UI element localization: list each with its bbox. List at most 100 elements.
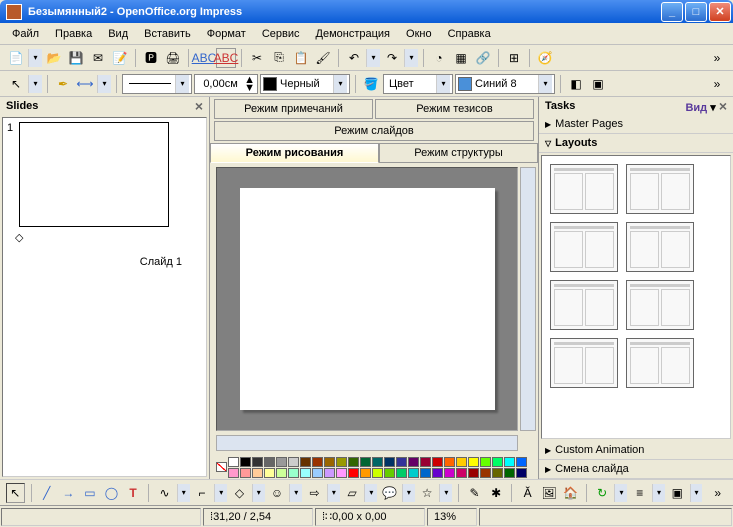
menu-вставить[interactable]: Вставить — [136, 25, 199, 43]
color-swatch[interactable] — [456, 468, 467, 478]
table-icon[interactable]: ▦ — [451, 48, 471, 68]
gallery-icon[interactable]: 🏠 — [561, 483, 580, 503]
navigator-icon[interactable]: 🧭 — [535, 48, 555, 68]
menu-справка[interactable]: Справка — [440, 25, 499, 43]
flowchart-tool-icon[interactable]: ▱ — [343, 483, 362, 503]
color-swatch[interactable] — [480, 457, 491, 467]
color-swatch[interactable] — [480, 468, 491, 478]
color-swatch[interactable] — [396, 468, 407, 478]
line-color-select[interactable]: Черный ▾ — [260, 74, 350, 94]
color-swatch[interactable] — [252, 468, 263, 478]
redo-icon[interactable]: ↷ — [382, 48, 402, 68]
color-swatch[interactable] — [504, 468, 515, 478]
edit-icon[interactable]: 📝 — [110, 48, 130, 68]
color-swatch[interactable] — [372, 468, 383, 478]
spellcheck-icon[interactable]: ABC — [194, 48, 214, 68]
color-swatch[interactable] — [240, 457, 251, 467]
color-swatch[interactable] — [396, 457, 407, 467]
no-color-swatch[interactable] — [216, 462, 227, 472]
hyperlink-icon[interactable]: 🔗 — [473, 48, 493, 68]
color-swatch[interactable] — [348, 468, 359, 478]
color-swatch[interactable] — [408, 457, 419, 467]
line-ends-icon[interactable]: ⟷ — [75, 74, 95, 94]
toolbar-overflow-icon[interactable]: » — [708, 483, 727, 503]
arrow-tool-icon[interactable]: → — [59, 483, 78, 503]
color-swatch[interactable] — [228, 457, 239, 467]
ellipse-tool-icon[interactable]: ◯ — [102, 483, 121, 503]
align-icon[interactable]: ≡ — [630, 483, 649, 503]
fill-bucket-icon[interactable]: 🪣 — [361, 74, 381, 94]
new-doc-icon[interactable]: 📄 — [6, 48, 26, 68]
layout-thumb[interactable] — [626, 164, 694, 214]
maximize-button[interactable]: □ — [685, 2, 707, 22]
points-tool-icon[interactable]: ✎ — [465, 483, 484, 503]
color-swatch[interactable] — [336, 468, 347, 478]
callout-tool-icon[interactable]: 💬 — [380, 483, 399, 503]
pointer-tool-icon[interactable]: ↖ — [6, 74, 26, 94]
layout-thumb[interactable] — [550, 280, 618, 330]
color-swatch[interactable] — [516, 468, 527, 478]
mail-icon[interactable]: ✉ — [88, 48, 108, 68]
fill-method-select[interactable]: Цвет ▾ — [383, 74, 453, 94]
3d-icon[interactable]: ▣ — [588, 74, 608, 94]
shadow-icon[interactable]: ◧ — [566, 74, 586, 94]
tasks-view-link[interactable]: Вид — [685, 102, 707, 114]
open-icon[interactable]: 📂 — [44, 48, 64, 68]
fill-color-select[interactable]: Синий 8 ▾ — [455, 74, 555, 94]
color-swatch[interactable] — [468, 468, 479, 478]
fontwork-icon[interactable]: Ă — [518, 483, 537, 503]
tab-structure[interactable]: Режим структуры — [379, 143, 538, 163]
menu-файл[interactable]: Файл — [4, 25, 47, 43]
section-custom-animation[interactable]: ▶Custom Animation — [539, 441, 733, 460]
copy-icon[interactable]: ⎘ — [269, 48, 289, 68]
rect-tool-icon[interactable]: ▭ — [81, 483, 100, 503]
new-doc-dropdown[interactable]: ▾ — [28, 49, 42, 67]
color-swatch[interactable] — [420, 468, 431, 478]
tab-drawing[interactable]: Режим рисования — [210, 143, 379, 163]
brush-icon[interactable]: 🖌 — [313, 48, 333, 68]
line-style-select[interactable]: ▾ — [122, 74, 192, 94]
color-swatch[interactable] — [348, 457, 359, 467]
color-swatch[interactable] — [384, 468, 395, 478]
menu-демонстрация[interactable]: Демонстрация — [308, 25, 399, 43]
color-swatch[interactable] — [504, 457, 515, 467]
color-swatch[interactable] — [456, 457, 467, 467]
color-swatch[interactable] — [324, 457, 335, 467]
autocheck-icon[interactable]: ABC — [216, 48, 236, 68]
color-swatch[interactable] — [276, 457, 287, 467]
color-swatch[interactable] — [468, 457, 479, 467]
color-swatch[interactable] — [324, 468, 335, 478]
slide-canvas[interactable] — [240, 188, 495, 411]
layout-thumb[interactable] — [550, 164, 618, 214]
color-swatch[interactable] — [252, 457, 263, 467]
slide-thumbnail[interactable]: 1 — [7, 122, 202, 227]
star-tool-icon[interactable]: ☆ — [418, 483, 437, 503]
arrange-icon[interactable]: ▣ — [668, 483, 687, 503]
status-zoom[interactable]: 13% — [427, 508, 477, 526]
select-tool-icon[interactable]: ↖ — [6, 483, 25, 503]
section-master-pages[interactable]: ▶Master Pages — [539, 115, 733, 134]
line-tool-icon[interactable]: ╱ — [37, 483, 56, 503]
color-swatch[interactable] — [516, 457, 527, 467]
grid-icon[interactable]: ⊞ — [504, 48, 524, 68]
color-swatch[interactable] — [312, 468, 323, 478]
color-swatch[interactable] — [360, 457, 371, 467]
tab-notes[interactable]: Режим примечаний — [214, 99, 373, 119]
connector-tool-icon[interactable]: ⌐ — [193, 483, 212, 503]
color-swatch[interactable] — [264, 468, 275, 478]
close-icon[interactable]: × — [195, 98, 203, 114]
rotate-icon[interactable]: ↻ — [593, 483, 612, 503]
horizontal-scrollbar[interactable] — [216, 435, 518, 451]
color-swatch[interactable] — [300, 457, 311, 467]
close-button[interactable]: ✕ — [709, 2, 731, 22]
tab-slides[interactable]: Режим слайдов — [214, 121, 534, 141]
line-width-input[interactable]: 0,00см ▲▼ — [194, 74, 258, 94]
save-icon[interactable]: 💾 — [66, 48, 86, 68]
color-swatch[interactable] — [408, 468, 419, 478]
glue-tool-icon[interactable]: ✱ — [487, 483, 506, 503]
paste-icon[interactable]: 📋 — [291, 48, 311, 68]
color-swatch[interactable] — [336, 457, 347, 467]
section-layouts[interactable]: ▽Layouts — [539, 134, 733, 153]
color-swatch[interactable] — [300, 468, 311, 478]
color-swatch[interactable] — [360, 468, 371, 478]
